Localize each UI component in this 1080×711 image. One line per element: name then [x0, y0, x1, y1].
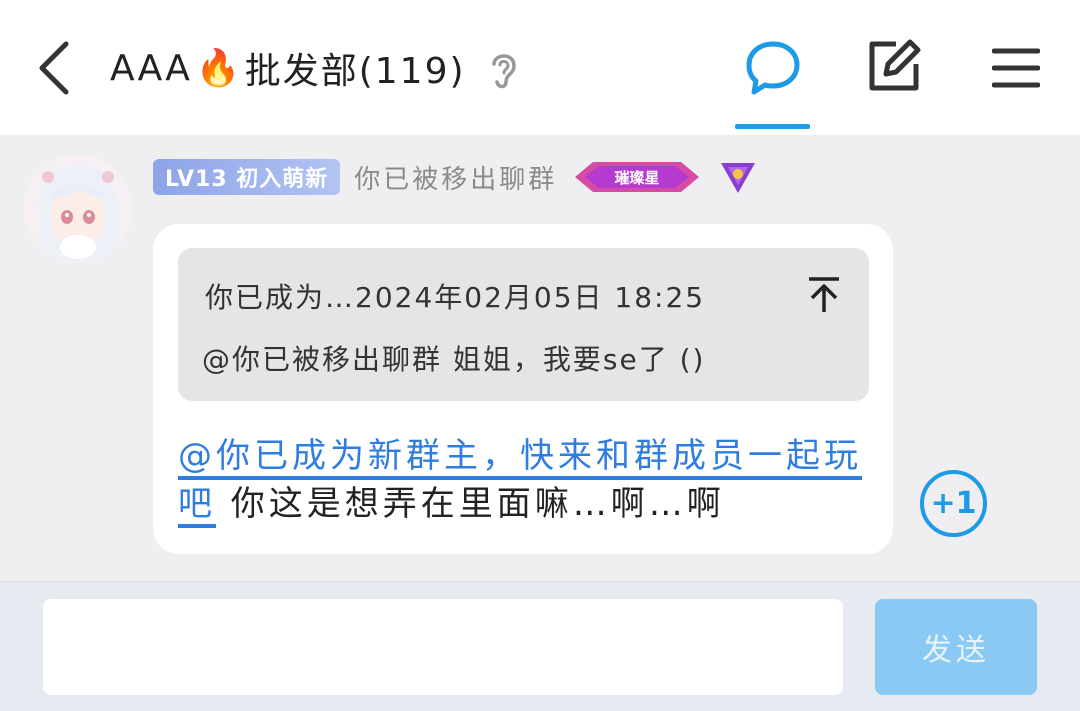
rank-badge-icon[interactable]: 璀璨星	[571, 158, 703, 196]
avatar-image	[24, 155, 132, 263]
quote-header: 你已成为…2024年02月05日 18:25	[205, 281, 706, 314]
edit-icon	[869, 39, 921, 91]
vip-badge-icon[interactable]	[719, 159, 757, 195]
level-badge[interactable]: LV13 初入萌新	[153, 159, 341, 195]
message-meta: LV13 初入萌新 你已被移出聊群 璀璨星	[153, 157, 757, 197]
title-prefix: AAA	[110, 47, 192, 89]
sender-avatar[interactable]	[24, 155, 132, 263]
composer-bar: 发送	[0, 581, 1080, 711]
menu-icon	[992, 48, 1040, 88]
plus-one-button[interactable]: +1	[920, 470, 987, 537]
chevron-left-icon	[39, 41, 69, 95]
message-input[interactable]	[43, 599, 843, 695]
quoted-message[interactable]: 你已成为…2024年02月05日 18:25 @你已被移出聊群 姐姐，我要se了…	[178, 248, 869, 401]
quote-body: @你已被移出聊群 姐姐，我要se了 ()	[202, 343, 706, 376]
chat-bubble-icon	[746, 41, 799, 94]
chat-tab-button[interactable]	[735, 30, 810, 105]
edit-button[interactable]	[862, 34, 926, 98]
group-title[interactable]: AAA 🔥 批发部(119)	[110, 38, 466, 98]
message-text: @你已成为新群主，快来和群成员一起玩吧 你这是想弄在里面嘛…啊…啊	[178, 432, 878, 528]
fire-icon: 🔥	[195, 48, 243, 89]
rank-badge-label: 璀璨星	[615, 169, 660, 187]
back-button[interactable]	[22, 34, 86, 102]
ear-icon[interactable]	[486, 48, 522, 90]
send-button[interactable]: 发送	[875, 599, 1037, 695]
jump-to-original-icon[interactable]	[806, 276, 842, 314]
menu-button[interactable]	[988, 40, 1044, 96]
message-bubble[interactable]: 你已成为…2024年02月05日 18:25 @你已被移出聊群 姐姐，我要se了…	[153, 224, 893, 554]
title-main: 批发部(119)	[244, 51, 466, 92]
sender-name[interactable]: 你已被移出聊群	[354, 159, 557, 196]
active-tab-indicator	[735, 124, 810, 129]
chat-header: AAA 🔥 批发部(119)	[0, 0, 1080, 135]
message-body-text: 你这是想弄在里面嘛…啊…啊	[216, 484, 725, 524]
